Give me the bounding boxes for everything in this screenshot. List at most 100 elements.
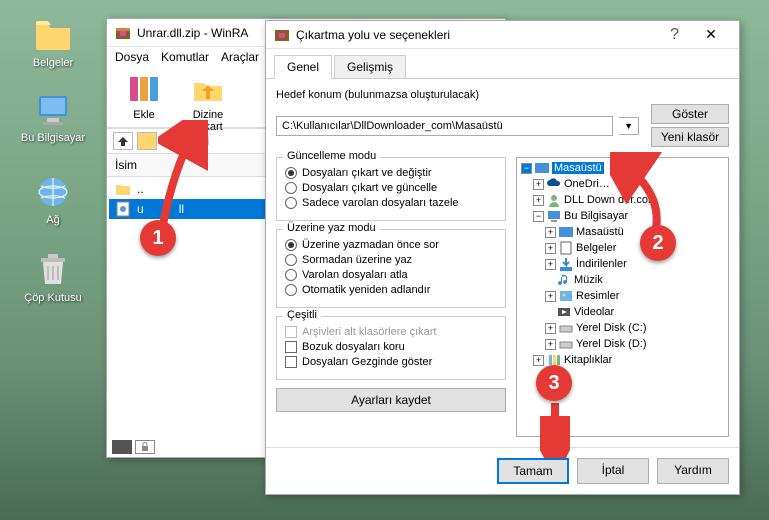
dll-file-icon [115,201,131,217]
expand-icon[interactable]: + [533,355,544,366]
video-icon [557,305,571,319]
desktop-icon-ag[interactable]: Ağ [18,172,88,226]
expand-icon[interactable]: + [533,195,544,206]
winrar-icon [274,27,290,43]
collapse-icon[interactable]: − [533,211,544,222]
tree-item[interactable]: +Yerel Disk (C:) [543,320,726,336]
tree-item[interactable]: +Yerel Disk (D:) [543,336,726,352]
radio-auto-rename[interactable]: Otomatik yeniden adlandır [285,284,497,296]
expand-icon[interactable]: + [545,339,556,350]
trash-icon [33,250,73,290]
cloud-icon [547,177,561,191]
status-block [112,440,132,454]
desktop-icon-label: Bu Bilgisayar [18,132,88,144]
desktop-icon-label: Belgeler [18,57,88,69]
callout-2: 2 [640,225,676,261]
dialog-footer: Tamam İptal Yardım [266,447,739,494]
extract-icon [190,71,226,107]
desktop-icon-label: Çöp Kutusu [18,292,88,304]
save-settings-button[interactable]: Ayarları kaydet [276,388,506,412]
misc-group: Çeşitli Arşivleri alt klasörlere çıkart … [276,316,506,380]
tree-item[interactable]: +İndirilenler [543,256,726,272]
tabs: Genel Gelişmiş [266,49,739,79]
winrar-icon [115,25,131,41]
expand-icon[interactable]: + [545,323,556,334]
help-button[interactable]: ? [670,26,679,44]
group-title: Üzerine yaz modu [283,222,380,234]
check-keep-broken[interactable]: Bozuk dosyaları koru [285,341,497,353]
close-button[interactable]: ✕ [691,21,731,49]
tab-advanced[interactable]: Gelişmiş [334,55,406,78]
overwrite-mode-group: Üzerine yaz modu Üzerine yazmadan önce s… [276,229,506,308]
path-input[interactable] [276,116,613,136]
radio-ask-before[interactable]: Üzerine yazmadan önce sor [285,239,497,251]
cancel-button[interactable]: İptal [577,458,649,484]
radio-icon [285,239,297,251]
ok-button[interactable]: Tamam [497,458,569,484]
checkbox-icon [285,341,297,353]
computer-icon [33,90,73,130]
statusbar [112,440,155,454]
expand-icon[interactable]: + [545,227,556,238]
update-mode-group: Güncelleme modu Dosyaları çıkart ve deği… [276,157,506,221]
radio-extract-replace[interactable]: Dosyaları çıkart ve değiştir [285,167,497,179]
desktop-icon-cop-kutusu[interactable]: Çöp Kutusu [18,250,88,304]
user-icon [547,193,561,207]
arrow-1 [158,120,208,230]
menu-dosya[interactable]: Dosya [115,50,149,64]
desktop-icon [535,161,549,175]
radio-icon [285,284,297,296]
radio-freshen[interactable]: Sadece varolan dosyaları tazele [285,197,497,209]
checkbox-icon [285,326,297,338]
expand-icon[interactable]: + [545,259,556,270]
tool-label: Ekle [133,109,154,121]
expand-icon[interactable]: + [545,291,556,302]
checkbox-icon [285,356,297,368]
arrow-3 [540,398,570,458]
group-title: Güncelleme modu [283,150,380,162]
dropdown-button[interactable]: ▼ [619,117,639,135]
menu-komutlar[interactable]: Komutlar [161,50,209,64]
radio-overwrite[interactable]: Sormadan üzerine yaz [285,254,497,266]
radio-icon [285,269,297,281]
network-icon [33,172,73,212]
tree-item[interactable]: Videolar [555,304,726,320]
expand-icon[interactable]: + [533,179,544,190]
callout-3: 3 [536,365,572,401]
group-title: Çeşitli [283,309,321,321]
target-label: Hedef konum (bulunmazsa oluşturulacak) [276,89,729,101]
tree-item[interactable]: +Resimler [543,288,726,304]
dialog-titlebar[interactable]: Çıkartma yolu ve seçenekleri ? ✕ [266,21,739,49]
folder-icon [33,15,73,55]
menu-araclar[interactable]: Araçlar [221,50,259,64]
tab-general[interactable]: Genel [274,55,332,79]
music-icon [557,273,571,287]
dizine-cikart-button[interactable]: Dizine Çıkart [179,71,237,123]
radio-skip[interactable]: Varolan dosyaları atla [285,269,497,281]
radio-icon [285,197,297,209]
check-show-explorer[interactable]: Dosyaları Gezginde göster [285,356,497,368]
folder-up-icon [115,181,131,197]
document-icon [559,241,573,255]
desktop-icon-belgeler[interactable]: Belgeler [18,15,88,69]
download-icon [559,257,573,271]
help-button[interactable]: Yardım [657,458,729,484]
radio-icon [285,167,297,179]
yeni-klasor-button[interactable]: Yeni klasör [651,127,729,147]
picture-icon [559,289,573,303]
up-button[interactable] [113,132,133,150]
desktop-icon-bu-bilgisayar[interactable]: Bu Bilgisayar [18,90,88,144]
radio-extract-update[interactable]: Dosyaları çıkart ve güncelle [285,182,497,194]
goster-button[interactable]: Göster [651,104,729,124]
ekle-button[interactable]: Ekle [115,71,173,123]
collapse-icon[interactable]: − [521,163,532,174]
tree-item[interactable]: Müzik [555,272,726,288]
tree-item[interactable]: +Belgeler [543,240,726,256]
extract-dialog: Çıkartma yolu ve seçenekleri ? ✕ Genel G… [265,20,740,495]
desktop-small-icon [559,225,573,239]
dialog-title: Çıkartma yolu ve seçenekleri [296,28,670,42]
expand-icon[interactable]: + [545,243,556,254]
radio-icon [285,182,297,194]
books-icon [126,71,162,107]
radio-icon [285,254,297,266]
